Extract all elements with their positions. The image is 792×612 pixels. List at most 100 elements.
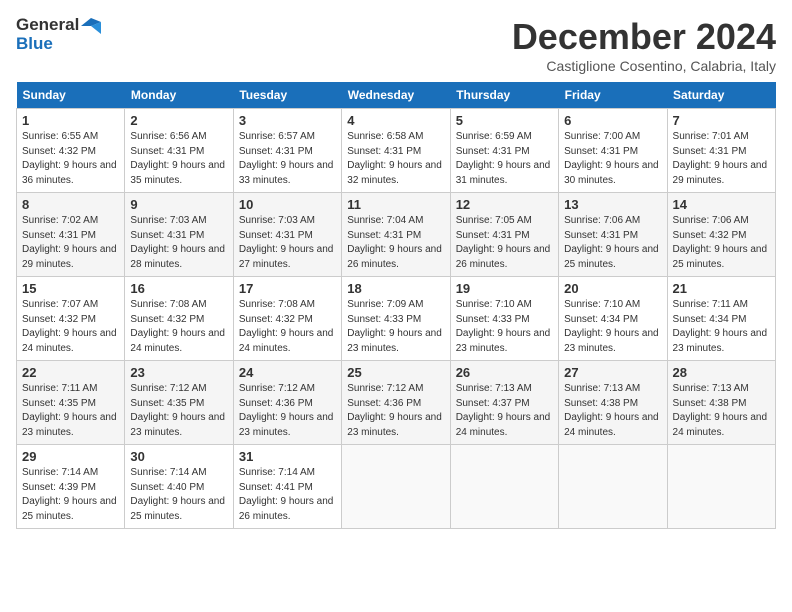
table-cell: 19 Sunrise: 7:10 AM Sunset: 4:33 PM Dayl… <box>450 277 558 361</box>
daylight-label: Daylight: 9 hours and 23 minutes. <box>564 328 659 354</box>
sunrise-label: Sunrise: 7:08 AM <box>130 299 206 310</box>
sunrise-label: Sunrise: 7:12 AM <box>239 383 315 394</box>
sunrise-label: Sunrise: 7:14 AM <box>130 467 206 478</box>
daylight-label: Daylight: 9 hours and 25 minutes. <box>673 244 768 270</box>
day-info: Sunrise: 7:13 AM Sunset: 4:38 PM Dayligh… <box>673 382 770 440</box>
day-info: Sunrise: 7:13 AM Sunset: 4:37 PM Dayligh… <box>456 382 553 440</box>
sunset-label: Sunset: 4:31 PM <box>456 230 530 241</box>
daylight-label: Daylight: 9 hours and 28 minutes. <box>130 244 225 270</box>
day-number: 13 <box>564 197 661 212</box>
daylight-label: Daylight: 9 hours and 36 minutes. <box>22 160 117 186</box>
daylight-label: Daylight: 9 hours and 23 minutes. <box>673 328 768 354</box>
daylight-label: Daylight: 9 hours and 25 minutes. <box>22 496 117 522</box>
table-cell: 2 Sunrise: 6:56 AM Sunset: 4:31 PM Dayli… <box>125 109 233 193</box>
day-number: 8 <box>22 197 119 212</box>
day-number: 7 <box>673 113 770 128</box>
sunrise-label: Sunrise: 7:06 AM <box>673 215 749 226</box>
col-monday: Monday <box>125 82 233 109</box>
calendar-table: Sunday Monday Tuesday Wednesday Thursday… <box>16 82 776 529</box>
table-cell <box>450 445 558 529</box>
table-cell: 15 Sunrise: 7:07 AM Sunset: 4:32 PM Dayl… <box>17 277 125 361</box>
day-number: 9 <box>130 197 227 212</box>
table-cell <box>342 445 450 529</box>
day-info: Sunrise: 7:06 AM Sunset: 4:31 PM Dayligh… <box>564 214 661 272</box>
sunrise-label: Sunrise: 7:11 AM <box>22 383 97 394</box>
sunset-label: Sunset: 4:32 PM <box>239 314 313 325</box>
table-cell: 13 Sunrise: 7:06 AM Sunset: 4:31 PM Dayl… <box>559 193 667 277</box>
sunset-label: Sunset: 4:31 PM <box>22 230 96 241</box>
day-number: 26 <box>456 365 553 380</box>
sunset-label: Sunset: 4:31 PM <box>239 230 313 241</box>
col-thursday: Thursday <box>450 82 558 109</box>
day-number: 11 <box>347 197 444 212</box>
daylight-label: Daylight: 9 hours and 32 minutes. <box>347 160 442 186</box>
sunset-label: Sunset: 4:40 PM <box>130 482 204 493</box>
day-info: Sunrise: 6:56 AM Sunset: 4:31 PM Dayligh… <box>130 130 227 188</box>
sunrise-label: Sunrise: 7:10 AM <box>456 299 532 310</box>
day-number: 15 <box>22 281 119 296</box>
sunset-label: Sunset: 4:31 PM <box>347 230 421 241</box>
day-info: Sunrise: 7:03 AM Sunset: 4:31 PM Dayligh… <box>130 214 227 272</box>
day-number: 16 <box>130 281 227 296</box>
daylight-label: Daylight: 9 hours and 24 minutes. <box>239 328 334 354</box>
sunset-label: Sunset: 4:31 PM <box>130 146 204 157</box>
location: Castiglione Cosentino, Calabria, Italy <box>512 58 776 74</box>
sunrise-label: Sunrise: 6:57 AM <box>239 131 315 142</box>
day-info: Sunrise: 7:12 AM Sunset: 4:35 PM Dayligh… <box>130 382 227 440</box>
sunset-label: Sunset: 4:31 PM <box>564 230 638 241</box>
day-number: 18 <box>347 281 444 296</box>
sunset-label: Sunset: 4:38 PM <box>673 398 747 409</box>
sunset-label: Sunset: 4:31 PM <box>130 230 204 241</box>
daylight-label: Daylight: 9 hours and 29 minutes. <box>22 244 117 270</box>
table-cell: 21 Sunrise: 7:11 AM Sunset: 4:34 PM Dayl… <box>667 277 775 361</box>
sunset-label: Sunset: 4:33 PM <box>347 314 421 325</box>
day-info: Sunrise: 7:04 AM Sunset: 4:31 PM Dayligh… <box>347 214 444 272</box>
day-info: Sunrise: 7:14 AM Sunset: 4:40 PM Dayligh… <box>130 466 227 524</box>
daylight-label: Daylight: 9 hours and 33 minutes. <box>239 160 334 186</box>
day-info: Sunrise: 7:12 AM Sunset: 4:36 PM Dayligh… <box>239 382 336 440</box>
daylight-label: Daylight: 9 hours and 25 minutes. <box>564 244 659 270</box>
daylight-label: Daylight: 9 hours and 24 minutes. <box>456 412 551 438</box>
day-info: Sunrise: 7:01 AM Sunset: 4:31 PM Dayligh… <box>673 130 770 188</box>
calendar-week-row: 22 Sunrise: 7:11 AM Sunset: 4:35 PM Dayl… <box>17 361 776 445</box>
table-cell <box>667 445 775 529</box>
day-number: 28 <box>673 365 770 380</box>
day-info: Sunrise: 7:09 AM Sunset: 4:33 PM Dayligh… <box>347 298 444 356</box>
day-number: 14 <box>673 197 770 212</box>
table-cell: 8 Sunrise: 7:02 AM Sunset: 4:31 PM Dayli… <box>17 193 125 277</box>
logo-general: General <box>16 16 101 35</box>
day-info: Sunrise: 6:59 AM Sunset: 4:31 PM Dayligh… <box>456 130 553 188</box>
daylight-label: Daylight: 9 hours and 26 minutes. <box>239 496 334 522</box>
calendar-header-row: Sunday Monday Tuesday Wednesday Thursday… <box>17 82 776 109</box>
day-info: Sunrise: 7:12 AM Sunset: 4:36 PM Dayligh… <box>347 382 444 440</box>
sunset-label: Sunset: 4:33 PM <box>456 314 530 325</box>
table-cell: 6 Sunrise: 7:00 AM Sunset: 4:31 PM Dayli… <box>559 109 667 193</box>
table-cell: 17 Sunrise: 7:08 AM Sunset: 4:32 PM Dayl… <box>233 277 341 361</box>
sunset-label: Sunset: 4:32 PM <box>130 314 204 325</box>
sunrise-label: Sunrise: 6:59 AM <box>456 131 532 142</box>
day-info: Sunrise: 7:08 AM Sunset: 4:32 PM Dayligh… <box>130 298 227 356</box>
table-cell: 12 Sunrise: 7:05 AM Sunset: 4:31 PM Dayl… <box>450 193 558 277</box>
daylight-label: Daylight: 9 hours and 26 minutes. <box>456 244 551 270</box>
sunrise-label: Sunrise: 7:05 AM <box>456 215 532 226</box>
table-cell <box>559 445 667 529</box>
table-cell: 3 Sunrise: 6:57 AM Sunset: 4:31 PM Dayli… <box>233 109 341 193</box>
table-cell: 9 Sunrise: 7:03 AM Sunset: 4:31 PM Dayli… <box>125 193 233 277</box>
sunrise-label: Sunrise: 6:56 AM <box>130 131 206 142</box>
sunset-label: Sunset: 4:31 PM <box>564 146 638 157</box>
logo-blue: Blue <box>16 35 53 54</box>
sunset-label: Sunset: 4:36 PM <box>239 398 313 409</box>
table-cell: 11 Sunrise: 7:04 AM Sunset: 4:31 PM Dayl… <box>342 193 450 277</box>
day-number: 30 <box>130 449 227 464</box>
day-info: Sunrise: 7:05 AM Sunset: 4:31 PM Dayligh… <box>456 214 553 272</box>
logo: General Blue <box>16 16 101 53</box>
sunset-label: Sunset: 4:31 PM <box>347 146 421 157</box>
day-info: Sunrise: 7:11 AM Sunset: 4:35 PM Dayligh… <box>22 382 119 440</box>
day-number: 10 <box>239 197 336 212</box>
sunrise-label: Sunrise: 6:55 AM <box>22 131 98 142</box>
table-cell: 28 Sunrise: 7:13 AM Sunset: 4:38 PM Dayl… <box>667 361 775 445</box>
table-cell: 20 Sunrise: 7:10 AM Sunset: 4:34 PM Dayl… <box>559 277 667 361</box>
table-cell: 29 Sunrise: 7:14 AM Sunset: 4:39 PM Dayl… <box>17 445 125 529</box>
day-number: 22 <box>22 365 119 380</box>
sunrise-label: Sunrise: 7:03 AM <box>130 215 206 226</box>
